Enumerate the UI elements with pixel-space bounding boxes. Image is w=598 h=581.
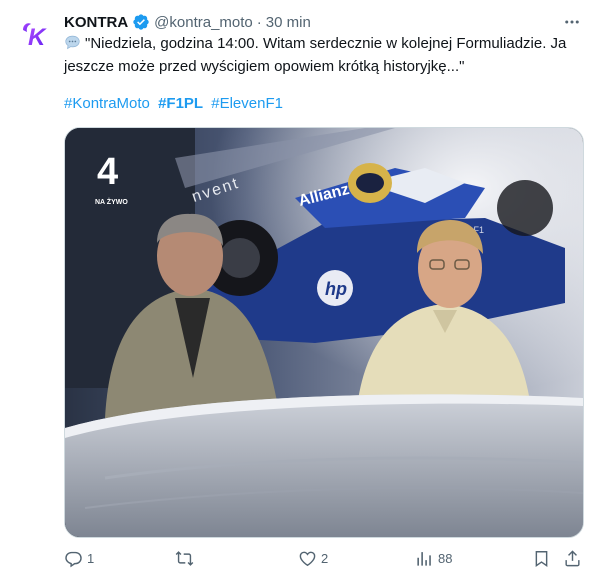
- views-button[interactable]: 88: [415, 546, 452, 570]
- tv-studio-image: Allianz hp WilliamsF1 nvent 4 NA ŻYWO: [65, 128, 583, 537]
- car-sponsor-hp: hp: [325, 279, 347, 299]
- tweet-text: "Niedziela, godzina 14:00. Witam serdecz…: [64, 34, 580, 77]
- retweet-icon: [175, 550, 194, 566]
- reply-icon: [65, 551, 82, 567]
- tweet-text-line-1: "Niedziela, godzina 14:00. Witam serdecz…: [85, 35, 567, 52]
- verified-badge-icon: [132, 13, 150, 31]
- like-icon: [299, 551, 316, 566]
- tweet-header: KONTRA @kontra_moto · 30 min: [64, 12, 311, 32]
- like-count: 2: [321, 550, 329, 566]
- separator: ·: [256, 13, 262, 31]
- svg-text:K: K: [28, 24, 47, 51]
- kontra-logo: K: [23, 23, 47, 51]
- tweet-actions: 1 2 88: [64, 546, 582, 570]
- avatar[interactable]: K: [16, 14, 56, 54]
- speech-balloon-icon: [64, 34, 81, 57]
- tweet-text-line-2: jeszcze może przed wyścigiem opowiem kró…: [64, 58, 465, 75]
- share-icon: [565, 549, 580, 566]
- retweet-button[interactable]: [175, 546, 198, 570]
- hashtag-kontramoto[interactable]: #KontraMoto: [64, 95, 150, 112]
- bookmark-icon: [535, 550, 548, 567]
- hashtags: #KontraMoto #F1PL #ElevenF1: [64, 94, 287, 114]
- author-handle[interactable]: @kontra_moto: [154, 14, 253, 31]
- views-count: 88: [438, 550, 453, 566]
- bookmark-button[interactable]: [532, 546, 551, 570]
- like-button[interactable]: 2: [298, 546, 328, 570]
- hashtag-elevenf1[interactable]: #ElevenF1: [211, 95, 283, 112]
- tweet[interactable]: K KONTRA @kontra_moto · 30 min "Niedziel…: [0, 0, 598, 581]
- share-button[interactable]: [563, 546, 582, 570]
- timestamp[interactable]: 30 min: [266, 14, 311, 31]
- channel-number: 4: [97, 151, 118, 193]
- author-name[interactable]: KONTRA: [64, 14, 128, 31]
- live-label: NA ŻYWO: [95, 198, 128, 206]
- views-icon: [417, 551, 431, 566]
- reply-count: 1: [87, 550, 95, 566]
- hashtag-f1pl[interactable]: #F1PL: [158, 95, 203, 112]
- more-icon[interactable]: [562, 12, 582, 32]
- reply-button[interactable]: 1: [64, 546, 94, 570]
- tweet-media[interactable]: Allianz hp WilliamsF1 nvent 4 NA ŻYWO: [64, 127, 584, 538]
